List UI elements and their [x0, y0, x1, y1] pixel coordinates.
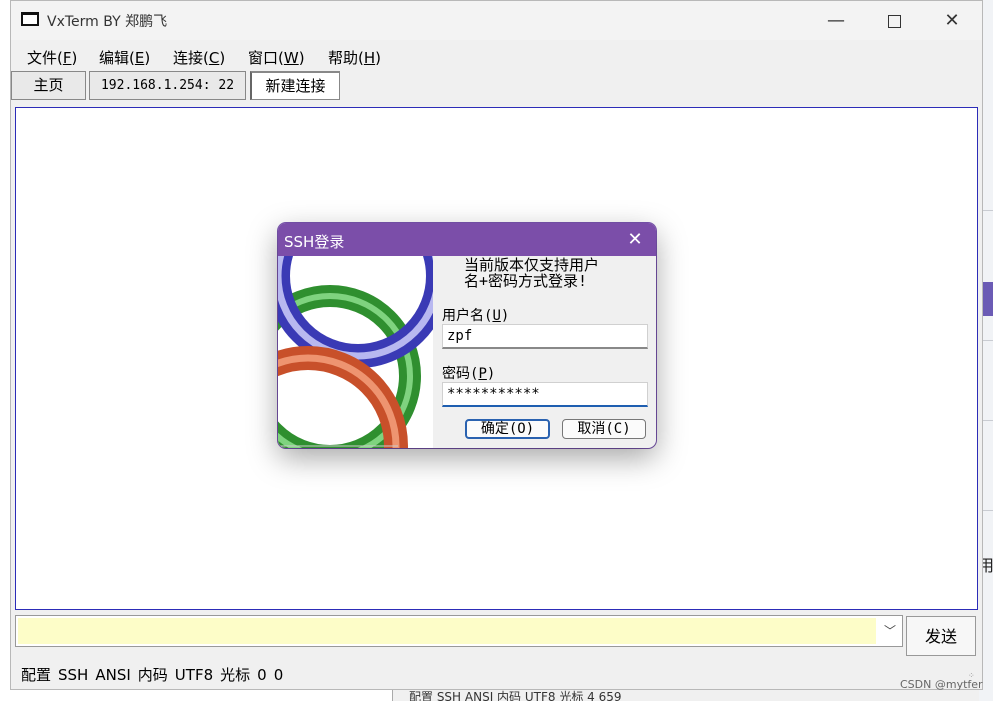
menu-help-tail: ) — [375, 49, 381, 67]
status-cursor-row: 0 — [257, 666, 267, 684]
cancel-button[interactable]: 取消(C) — [562, 419, 646, 439]
ok-button[interactable]: 确定(O) — [465, 419, 550, 439]
command-input[interactable] — [18, 618, 876, 644]
close-button[interactable]: ✕ — [923, 1, 981, 40]
status-encoding: UTF8 — [174, 666, 214, 684]
password-label-text: 密码( — [442, 366, 479, 382]
menu-help[interactable]: 帮助(H) — [328, 47, 381, 68]
menu-window-label: 窗口( — [248, 49, 284, 67]
menu-connect[interactable]: 连接(C) — [173, 47, 225, 68]
menu-window-accel: W — [283, 49, 299, 67]
send-button[interactable]: 发送 — [906, 616, 976, 656]
username-label-text: 用户名( — [442, 308, 493, 324]
username-label-accel: U — [492, 308, 501, 324]
menu-connect-label: 连接( — [173, 49, 209, 67]
menu-help-accel: H — [363, 49, 376, 67]
dialog-title: SSH登录 — [284, 233, 345, 251]
tab-bar: 主页 192.168.1.254: 22 新建连接 — [11, 71, 982, 103]
menu-connect-accel: C — [208, 49, 220, 67]
username-label-tail: ) — [500, 308, 510, 324]
status-encoding-label: 内码 — [137, 666, 168, 684]
menu-file-label: 文件( — [27, 49, 63, 67]
username-label: 用户名(U) — [442, 305, 509, 325]
menu-edit-accel: E — [134, 49, 145, 67]
window-title: VxTerm BY 郑鹏飞 — [47, 14, 168, 30]
username-field[interactable] — [442, 324, 648, 349]
menu-edit-label: 编辑( — [99, 49, 135, 67]
command-input-box: ﹀ — [15, 615, 903, 647]
menu-help-label: 帮助( — [328, 49, 364, 67]
maximize-button[interactable] — [865, 1, 923, 40]
app-icon — [21, 12, 39, 26]
menu-file-accel: F — [62, 49, 72, 67]
status-bar: 配置 SSH ANSI 内码 UTF8 光标 0 0 — [21, 664, 290, 685]
menu-file-tail: ) — [71, 49, 78, 67]
dialog-message-line1: 当前版本仅支持用户 — [464, 256, 600, 274]
tab-new-connection[interactable]: 新建连接 — [250, 71, 340, 100]
menu-edit-tail: ) — [144, 49, 151, 67]
dialog-message-line2: 名+密码方式登录! — [464, 272, 588, 290]
maximize-icon — [887, 14, 901, 28]
menu-connect-tail: ) — [219, 49, 226, 67]
password-field[interactable] — [442, 382, 648, 407]
tab-home[interactable]: 主页 — [11, 71, 86, 100]
menu-window-tail: ) — [298, 49, 305, 67]
rings-logo-image — [278, 256, 433, 448]
dialog-message: 当前版本仅支持用户 名+密码方式登录! — [464, 257, 599, 289]
menu-window[interactable]: 窗口(W) — [248, 47, 305, 68]
watermark: CSDN @mytfer — [900, 678, 983, 691]
status-terminal-type: ANSI — [95, 666, 131, 684]
ssh-login-dialog: SSH登录 ✕ 当前版本仅支持用户 名+密码方式登录! 用户名(U) 密码(P)… — [278, 223, 656, 448]
password-label-tail: ) — [486, 366, 496, 382]
menu-bar: 文件(F) 编辑(E) 连接(C) 窗口(W) 帮助(H) — [11, 41, 982, 71]
status-cursor-label: 光标 — [220, 666, 251, 684]
menu-edit[interactable]: 编辑(E) — [99, 47, 150, 68]
tab-connection[interactable]: 192.168.1.254: 22 — [89, 71, 246, 100]
chevron-down-icon[interactable]: ﹀ — [880, 618, 900, 644]
password-label-accel: P — [478, 366, 487, 382]
menu-file[interactable]: 文件(F) — [27, 47, 77, 68]
dialog-close-button[interactable]: ✕ — [620, 226, 650, 253]
status-cursor-col: 0 — [273, 666, 284, 684]
password-label: 密码(P) — [442, 363, 495, 383]
title-bar[interactable]: VxTerm BY 郑鹏飞 — ✕ — [11, 1, 982, 40]
status-protocol: SSH — [58, 666, 89, 684]
dialog-title-bar[interactable]: SSH登录 ✕ — [278, 223, 656, 256]
minimize-button[interactable]: — — [807, 1, 865, 40]
status-config: 配置 — [21, 666, 52, 684]
